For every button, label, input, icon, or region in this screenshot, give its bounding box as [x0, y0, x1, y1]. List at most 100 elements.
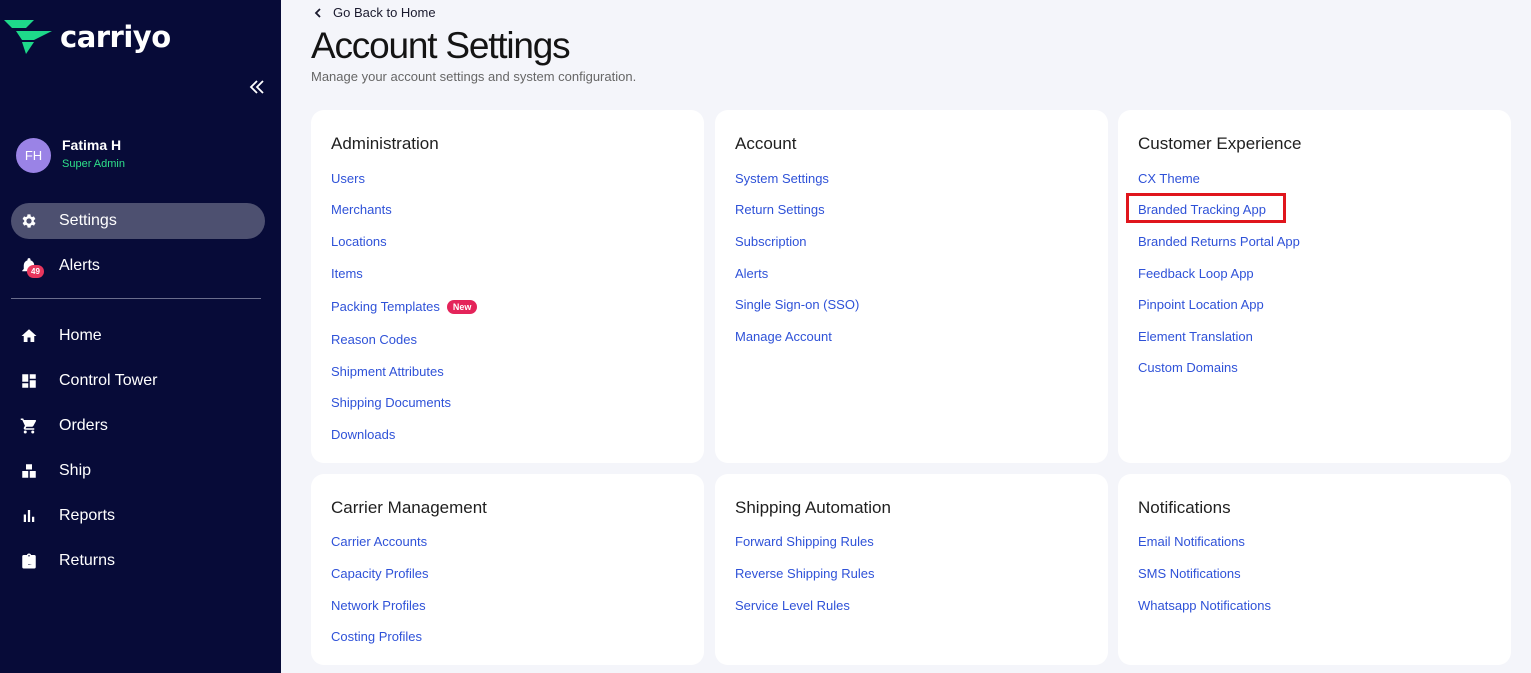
link-label: System Settings [735, 171, 829, 186]
back-to-home-link[interactable]: Go Back to Home [313, 5, 436, 20]
link-costing-profiles[interactable]: Costing Profiles [331, 629, 422, 644]
link-feedback-loop-app[interactable]: Feedback Loop App [1138, 266, 1254, 281]
sidebar-item-label: Orders [59, 417, 108, 434]
double-chevron-left-icon [249, 80, 264, 94]
link-merchants[interactable]: Merchants [331, 202, 392, 217]
home-icon [20, 327, 38, 345]
link-label: Manage Account [735, 329, 832, 344]
card-customer-experience: Customer Experience CX Theme Branded Tra… [1118, 110, 1511, 463]
link-system-settings[interactable]: System Settings [735, 171, 829, 186]
link-label: Carrier Accounts [331, 534, 428, 549]
link-alerts[interactable]: Alerts [735, 266, 768, 281]
link-label: Feedback Loop App [1138, 266, 1254, 281]
boxes-icon [20, 462, 38, 480]
link-reverse-shipping-rules[interactable]: Reverse Shipping Rules [735, 566, 874, 581]
sidebar-item-orders[interactable]: Orders [11, 408, 265, 444]
link-label: Element Translation [1138, 329, 1253, 344]
collapse-sidebar-button[interactable] [247, 76, 267, 98]
back-label: Go Back to Home [333, 5, 436, 20]
link-label: Pinpoint Location App [1138, 297, 1264, 312]
link-items[interactable]: Items [331, 266, 363, 281]
sidebar-item-label: Control Tower [59, 372, 158, 389]
link-manage-account[interactable]: Manage Account [735, 329, 832, 344]
link-label: Downloads [331, 427, 396, 442]
alerts-count-badge: 49 [27, 265, 44, 278]
link-label: Branded Returns Portal App [1138, 234, 1300, 249]
link-label: Reason Codes [331, 332, 417, 347]
card-carrier-management: Carrier Management Carrier Accounts Capa… [311, 474, 704, 665]
carriyo-logo-icon [4, 20, 52, 54]
link-shipping-documents[interactable]: Shipping Documents [331, 395, 451, 410]
link-element-translation[interactable]: Element Translation [1138, 329, 1253, 344]
link-label: Capacity Profiles [331, 566, 429, 581]
sidebar-item-reports[interactable]: Reports [11, 498, 265, 534]
link-single-sign-on[interactable]: Single Sign-on (SSO) [735, 297, 859, 312]
link-reason-codes[interactable]: Reason Codes [331, 332, 417, 347]
page-subtitle: Manage your account settings and system … [311, 69, 637, 84]
link-label: Whatsapp Notifications [1138, 598, 1271, 613]
link-label: Items [331, 266, 363, 281]
avatar: FH [16, 138, 51, 173]
bell-icon: 49 [20, 257, 44, 278]
link-users[interactable]: Users [331, 171, 365, 186]
sidebar-item-ship[interactable]: Ship [11, 453, 265, 489]
card-administration: Administration Users Merchants Locations… [311, 110, 704, 463]
link-branded-returns-portal-app[interactable]: Branded Returns Portal App [1138, 234, 1300, 249]
card-title: Customer Experience [1138, 134, 1302, 153]
link-custom-domains[interactable]: Custom Domains [1138, 360, 1238, 375]
page-title: Account Settings [311, 25, 571, 66]
link-downloads[interactable]: Downloads [331, 427, 395, 442]
link-service-level-rules[interactable]: Service Level Rules [735, 598, 850, 613]
link-label: Shipping Documents [331, 395, 451, 410]
link-network-profiles[interactable]: Network Profiles [331, 598, 426, 613]
carriyo-logo[interactable]: carriyo [4, 18, 171, 56]
user-profile[interactable]: FH Fatima H Super Admin [16, 137, 125, 173]
link-label: CX Theme [1138, 171, 1200, 186]
link-cx-theme[interactable]: CX Theme [1138, 171, 1200, 186]
link-branded-tracking-app[interactable]: Branded Tracking App [1138, 202, 1266, 217]
card-title: Carrier Management [331, 498, 487, 517]
card-title: Administration [331, 134, 439, 153]
link-label: Single Sign-on (SSO) [735, 297, 860, 312]
link-label: Packing Templates [331, 299, 440, 314]
link-shipment-attributes[interactable]: Shipment Attributes [331, 364, 444, 379]
link-capacity-profiles[interactable]: Capacity Profiles [331, 566, 429, 581]
link-return-settings[interactable]: Return Settings [735, 202, 825, 217]
brand-name: carriyo [60, 20, 171, 54]
link-label: Network Profiles [331, 598, 426, 613]
link-label: Alerts [735, 266, 769, 281]
link-forward-shipping-rules[interactable]: Forward Shipping Rules [735, 534, 874, 549]
sidebar-item-label: Returns [59, 552, 116, 569]
sidebar-item-alerts[interactable]: 49 Alerts [11, 248, 265, 284]
link-packing-templates[interactable]: Packing Templates New [331, 299, 478, 314]
card-account: Account System Settings Return Settings … [715, 110, 1108, 463]
sidebar-divider [11, 298, 261, 299]
link-sms-notifications[interactable]: SMS Notifications [1138, 566, 1241, 581]
sidebar-item-returns[interactable]: Returns [11, 543, 265, 579]
new-badge: New [446, 299, 478, 314]
sidebar-item-settings[interactable]: Settings [11, 203, 265, 239]
link-label: SMS Notifications [1138, 566, 1241, 581]
sidebar-item-control-tower[interactable]: Control Tower [11, 363, 265, 399]
card-title: Shipping Automation [735, 498, 891, 517]
link-pinpoint-location-app[interactable]: Pinpoint Location App [1138, 297, 1264, 312]
link-label: Forward Shipping Rules [735, 534, 874, 549]
dashboard-icon [20, 372, 38, 390]
link-locations[interactable]: Locations [331, 234, 387, 249]
link-label: Return Settings [735, 202, 825, 217]
sidebar: carriyo FH Fatima H Super Admin Settings… [0, 0, 281, 673]
link-label: Reverse Shipping Rules [735, 566, 875, 581]
bar-chart-icon [20, 507, 38, 525]
cart-icon [20, 417, 38, 435]
link-subscription[interactable]: Subscription [735, 234, 807, 249]
sidebar-item-home[interactable]: Home [11, 318, 265, 354]
link-carrier-accounts[interactable]: Carrier Accounts [331, 534, 427, 549]
link-whatsapp-notifications[interactable]: Whatsapp Notifications [1138, 598, 1271, 613]
link-label: Costing Profiles [331, 629, 423, 644]
link-label: Email Notifications [1138, 534, 1245, 549]
link-email-notifications[interactable]: Email Notifications [1138, 534, 1245, 549]
sidebar-item-label: Home [59, 327, 102, 344]
link-label: Custom Domains [1138, 360, 1238, 375]
sidebar-item-label: Reports [59, 507, 116, 524]
card-title: Notifications [1138, 498, 1231, 517]
